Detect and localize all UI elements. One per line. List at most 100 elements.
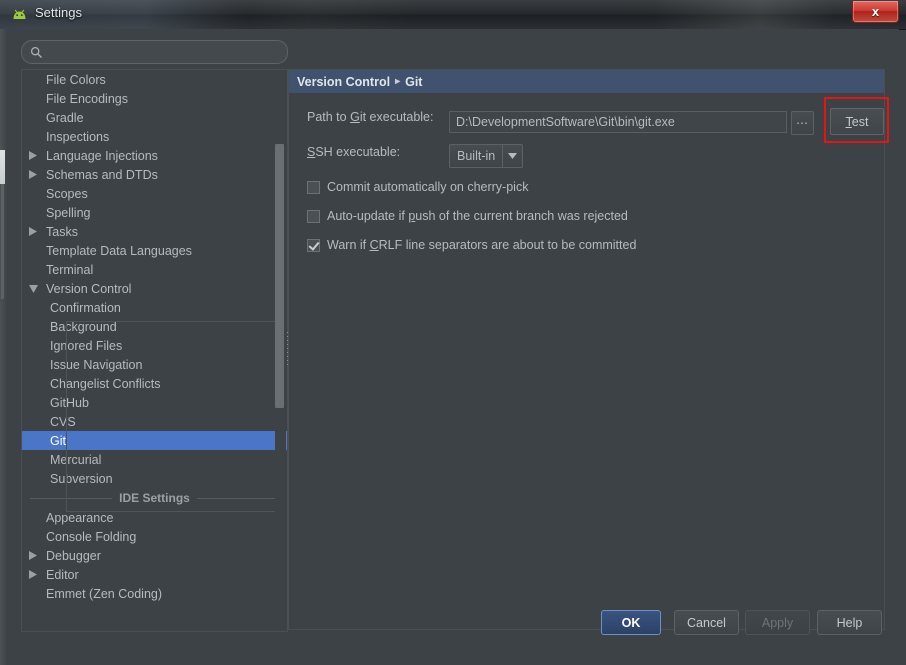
help-button[interactable]: Help bbox=[817, 610, 882, 635]
checkbox-unchecked-icon[interactable] bbox=[307, 210, 320, 223]
tree-item-label: Tasks bbox=[44, 225, 78, 239]
tree-item-file-colors[interactable]: File Colors bbox=[22, 70, 287, 89]
settings-dialog-body: File Colors File Encodings Gradle Inspectio… bbox=[7, 29, 899, 659]
close-icon[interactable]: x bbox=[852, 1, 899, 23]
ssh-executable-row: SSH executable: bbox=[307, 145, 400, 159]
tree-item-inspections[interactable]: Inspections bbox=[22, 127, 287, 146]
checkbox-unchecked-icon[interactable] bbox=[307, 181, 320, 194]
tree-item-ignored-files[interactable]: Ignored Files bbox=[22, 336, 287, 355]
window-edge-highlight-lower bbox=[1, 184, 4, 299]
tree-item-gradle[interactable]: Gradle bbox=[22, 108, 287, 127]
checkbox-row-2[interactable]: Auto-update if push of the current branc… bbox=[307, 209, 628, 223]
tree-item-language-injections[interactable]: Language Injections bbox=[22, 146, 287, 165]
chevron-right-icon bbox=[29, 570, 37, 579]
tree-item-issue-navigation[interactable]: Issue Navigation bbox=[22, 355, 287, 374]
separator-line-left bbox=[30, 498, 112, 499]
chevron-right-icon[interactable] bbox=[22, 170, 44, 179]
tree-item-version-control[interactable]: Version Control bbox=[22, 279, 287, 298]
tree-item-console-folding[interactable]: Console Folding bbox=[22, 527, 287, 546]
tree-item-label: Confirmation bbox=[48, 301, 121, 315]
chevron-right-icon bbox=[29, 227, 37, 236]
tree-item-github[interactable]: GitHub bbox=[22, 393, 287, 412]
window-title: Settings bbox=[35, 5, 82, 20]
tree-item-label: Scopes bbox=[44, 187, 88, 201]
tree-item-schemas-and-dtds[interactable]: Schemas and DTDs bbox=[22, 165, 287, 184]
tree-item-label: Editor bbox=[44, 568, 79, 582]
apply-button: Apply bbox=[745, 610, 810, 635]
settings-window: Settings x File Colors File Encodings Grad… bbox=[0, 0, 906, 665]
breadcrumb: Version Control ▸ Git bbox=[289, 70, 884, 93]
test-button[interactable]: Test bbox=[830, 108, 884, 135]
tree-item-label: Git bbox=[48, 434, 66, 448]
browse-button[interactable]: ⋯ bbox=[791, 111, 814, 135]
tree-item-spelling[interactable]: Spelling bbox=[22, 203, 287, 222]
title-bar: Settings x bbox=[0, 0, 906, 30]
tree-item-label: Gradle bbox=[44, 111, 84, 125]
settings-tree[interactable]: File Colors File Encodings Gradle Inspectio… bbox=[21, 69, 288, 632]
tree-item-label: Terminal bbox=[44, 263, 93, 277]
android-studio-icon bbox=[11, 6, 28, 23]
checkbox-label: Auto-update if push of the current branc… bbox=[327, 209, 628, 223]
chevron-right-icon bbox=[29, 151, 37, 160]
tree-item-subversion[interactable]: Subversion bbox=[22, 469, 287, 488]
ssh-executable-value: Built-in bbox=[450, 145, 502, 167]
chevron-right-icon[interactable] bbox=[22, 551, 44, 560]
ok-button[interactable]: OK bbox=[601, 610, 661, 635]
tree-item-label: Background bbox=[48, 320, 117, 334]
tree-scrollbar-thumb[interactable] bbox=[275, 144, 284, 408]
git-path-row: Path to Git executable: bbox=[307, 110, 434, 124]
tree-item-label: Schemas and DTDs bbox=[44, 168, 158, 182]
separator-line-right bbox=[197, 498, 279, 499]
chevron-right-icon bbox=[29, 170, 37, 179]
tree-item-label: Spelling bbox=[44, 206, 90, 220]
tree-item-background[interactable]: Background bbox=[22, 317, 287, 336]
checkbox-label: Commit automatically on cherry-pick bbox=[327, 180, 528, 194]
breadcrumb-separator-icon: ▸ bbox=[395, 76, 400, 87]
tree-item-label: Emmet (Zen Coding) bbox=[44, 587, 162, 601]
ssh-executable-select[interactable]: Built-in bbox=[449, 144, 523, 168]
tree-item-tasks[interactable]: Tasks bbox=[22, 222, 287, 241]
chevron-down-icon bbox=[502, 145, 522, 167]
tree-item-confirmation[interactable]: Confirmation bbox=[22, 298, 287, 317]
tree-item-emmet-zen-coding[interactable]: Emmet (Zen Coding) bbox=[22, 584, 287, 603]
chevron-right-icon[interactable] bbox=[22, 227, 44, 236]
checkbox-row-1[interactable]: Commit automatically on cherry-pick bbox=[307, 180, 528, 194]
tree-item-label: Language Injections bbox=[44, 149, 158, 163]
chevron-down-icon[interactable] bbox=[22, 285, 44, 293]
search-icon bbox=[30, 46, 43, 59]
tree-item-label: Appearance bbox=[44, 511, 113, 525]
tree-item-label: File Colors bbox=[44, 73, 106, 87]
chevron-down-icon bbox=[29, 285, 38, 293]
tree-item-scopes[interactable]: Scopes bbox=[22, 184, 287, 203]
tree-item-debugger[interactable]: Debugger bbox=[22, 546, 287, 565]
tree-item-label: Template Data Languages bbox=[44, 244, 192, 258]
tree-item-appearance[interactable]: Appearance bbox=[22, 508, 287, 527]
tree-item-mercurial[interactable]: Mercurial bbox=[22, 450, 287, 469]
tree-item-label: Inspections bbox=[44, 130, 109, 144]
ssh-executable-label: SSH executable: bbox=[307, 145, 400, 159]
git-settings-panel: Version Control ▸ Git Path to Git execut… bbox=[288, 69, 885, 630]
checkbox-checked-icon[interactable] bbox=[307, 239, 320, 252]
tree-item-label: Issue Navigation bbox=[48, 358, 142, 372]
search-box[interactable] bbox=[21, 40, 288, 64]
search-input[interactable] bbox=[43, 45, 287, 59]
tree-item-label: Changelist Conflicts bbox=[48, 377, 160, 391]
chevron-right-icon[interactable] bbox=[22, 151, 44, 160]
tree-item-label: GitHub bbox=[48, 396, 89, 410]
tree-item-changelist-conflicts[interactable]: Changelist Conflicts bbox=[22, 374, 287, 393]
tree-item-terminal[interactable]: Terminal bbox=[22, 260, 287, 279]
tree-item-label: Ignored Files bbox=[48, 339, 122, 353]
tree-item-cvs[interactable]: CVS bbox=[22, 412, 287, 431]
cancel-button[interactable]: Cancel bbox=[674, 610, 739, 635]
window-edge-highlight bbox=[0, 150, 5, 184]
tree-item-file-encodings[interactable]: File Encodings bbox=[22, 89, 287, 108]
checkbox-label: Warn if CRLF line separators are about t… bbox=[327, 238, 636, 252]
tree-item-editor[interactable]: Editor bbox=[22, 565, 287, 584]
checkbox-row-3[interactable]: Warn if CRLF line separators are about t… bbox=[307, 238, 636, 252]
git-path-input[interactable] bbox=[449, 111, 787, 133]
tree-item-template-data-languages[interactable]: Template Data Languages bbox=[22, 241, 287, 260]
tree-item-label: CVS bbox=[48, 415, 76, 429]
tree-item-label: Mercurial bbox=[48, 453, 101, 467]
tree-item-git[interactable]: Git bbox=[22, 431, 287, 450]
chevron-right-icon[interactable] bbox=[22, 570, 44, 579]
